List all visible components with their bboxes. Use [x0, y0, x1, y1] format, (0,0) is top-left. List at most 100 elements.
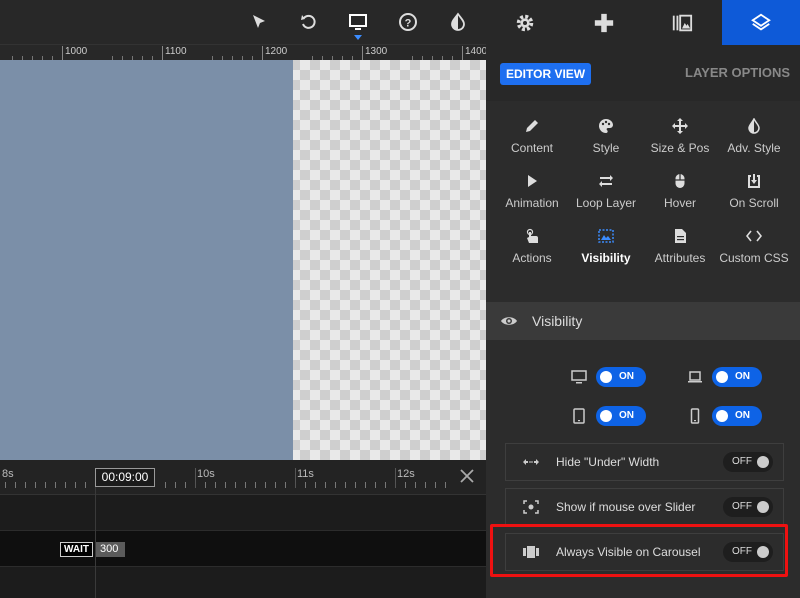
grid-item-label: Loop Layer	[575, 196, 637, 210]
timeline-label: 11s	[297, 468, 314, 480]
ruler-label: 1300	[365, 46, 388, 57]
grid-item-label: Visibility	[581, 251, 631, 265]
grid-item-label: Attributes	[654, 251, 706, 265]
app-root: ? 1000 1100 1200 1300 1400 8s 10s 11s 12…	[0, 0, 800, 598]
visibility-screen-icon	[597, 227, 615, 245]
carousel-icon	[522, 544, 540, 560]
pencil-icon	[523, 117, 541, 135]
panel-tabs	[486, 0, 800, 45]
device-row-laptop: ON	[686, 366, 762, 388]
section-title: Visibility	[532, 313, 583, 329]
option-label: Show if mouse over Slider	[556, 500, 696, 514]
grid-item-on-scroll[interactable]: On Scroll	[715, 160, 793, 215]
grid-item-loop-layer[interactable]: Loop Layer	[567, 160, 645, 215]
gear-icon[interactable]	[486, 0, 565, 45]
timeline-label: 12s	[397, 468, 415, 480]
phone-icon	[686, 407, 704, 425]
desktop-icon[interactable]	[345, 9, 371, 35]
grid-item-hover[interactable]: Hover	[641, 160, 719, 215]
focus-icon	[522, 499, 540, 515]
wait-value[interactable]: 300	[96, 542, 125, 557]
grid-item-label: On Scroll	[729, 196, 779, 210]
layers-icon[interactable]	[721, 0, 800, 45]
grid-item-actions[interactable]: Actions	[493, 215, 571, 270]
grid-item-adv-style[interactable]: Adv. Style	[715, 105, 793, 160]
mode-row: EDITOR VIEW LAYER OPTIONS	[486, 45, 800, 101]
grid-item-label: Hover	[663, 196, 696, 210]
timeline-row[interactable]	[0, 495, 486, 531]
editor-view-button[interactable]: EDITOR VIEW	[500, 63, 592, 85]
option-row-hide-under-width[interactable]: Hide "Under" Width OFF	[505, 443, 784, 481]
ruler-label: 1100	[165, 46, 187, 57]
grid-item-style[interactable]: Style	[567, 105, 645, 160]
current-time-display[interactable]: 00:09:00	[95, 468, 155, 487]
touch-icon	[523, 227, 541, 245]
grid-item-label: Actions	[512, 251, 552, 265]
laptop-visibility-toggle[interactable]: ON	[712, 367, 762, 387]
code-icon	[745, 227, 763, 245]
pointer-icon[interactable]	[246, 9, 272, 35]
palette-icon	[597, 117, 615, 135]
laptop-icon	[686, 368, 704, 386]
always-visible-carousel-toggle[interactable]: OFF	[723, 542, 773, 562]
grid-item-label: Adv. Style	[727, 141, 781, 155]
tablet-icon	[570, 407, 588, 425]
ruler-label: 1400	[465, 46, 488, 57]
contrast-icon	[745, 117, 763, 135]
editor-area: ? 1000 1100 1200 1300 1400 8s 10s 11s 12…	[0, 0, 488, 598]
slide-canvas[interactable]	[0, 60, 486, 460]
slide-background-layer[interactable]	[0, 60, 293, 460]
eye-icon	[500, 313, 518, 329]
timeline-panel: 8s 10s 11s 12s 00:09:00 WAIT 300	[0, 460, 486, 598]
close-icon[interactable]	[458, 467, 476, 485]
undo-icon[interactable]	[296, 9, 322, 35]
device-row-phone: ON	[686, 405, 762, 427]
gamepad-icon[interactable]	[565, 0, 644, 45]
ruler-label: 1000	[65, 46, 88, 57]
grid-item-attributes[interactable]: Attributes	[641, 215, 719, 270]
play-icon	[523, 172, 541, 190]
horizontal-ruler: 1000 1100 1200 1300 1400	[0, 44, 488, 60]
grid-item-label: Animation	[505, 196, 559, 210]
layer-options-button[interactable]: LAYER OPTIONS	[685, 65, 790, 80]
wait-badge: WAIT	[60, 542, 93, 557]
option-row-show-mouse-over[interactable]: Show if mouse over Slider OFF	[505, 488, 784, 526]
help-icon[interactable]: ?	[395, 9, 421, 35]
show-mouse-over-toggle[interactable]: OFF	[723, 497, 773, 517]
grid-item-size-pos[interactable]: Size & Pos	[641, 105, 719, 160]
timeline-label: 8s	[2, 468, 14, 480]
option-row-always-visible-carousel[interactable]: Always Visible on Carousel OFF	[505, 533, 784, 571]
move-icon	[671, 117, 689, 135]
visibility-section-header[interactable]: Visibility	[486, 302, 800, 340]
document-icon	[671, 227, 689, 245]
desktop-visibility-toggle[interactable]: ON	[596, 367, 646, 387]
desktop-icon	[570, 368, 588, 386]
settings-panel: EDITOR VIEW LAYER OPTIONS Content Style …	[486, 0, 800, 598]
timeline-label: 10s	[197, 468, 215, 480]
option-label: Always Visible on Carousel	[556, 545, 701, 559]
tablet-visibility-toggle[interactable]: ON	[596, 406, 646, 426]
grid-item-label: Content	[510, 141, 554, 155]
grid-item-animation[interactable]: Animation	[493, 160, 571, 215]
media-icon[interactable]	[643, 0, 722, 45]
layer-options-grid: Content Style Size & Pos Adv. Style Anim…	[486, 105, 800, 300]
contrast-icon[interactable]	[445, 9, 471, 35]
phone-visibility-toggle[interactable]: ON	[712, 406, 762, 426]
grid-item-visibility[interactable]: Visibility	[567, 215, 645, 270]
grid-item-label: Style	[592, 141, 620, 155]
option-label: Hide "Under" Width	[556, 455, 660, 469]
timeline-row[interactable]	[0, 567, 486, 598]
svg-text:?: ?	[405, 18, 412, 30]
device-row-tablet: ON	[570, 405, 646, 427]
ruler-label: 1200	[265, 46, 288, 57]
grid-item-content[interactable]: Content	[493, 105, 571, 160]
hide-under-width-toggle[interactable]: OFF	[723, 452, 773, 472]
grid-item-custom-css[interactable]: Custom CSS	[715, 215, 793, 270]
timeline-ruler[interactable]: 8s 10s 11s 12s 00:09:00	[0, 460, 486, 495]
loop-icon	[597, 172, 615, 190]
download-box-icon	[745, 172, 763, 190]
active-device-indicator	[354, 35, 362, 40]
width-arrows-icon	[522, 454, 540, 470]
top-toolbar: ?	[0, 0, 486, 44]
grid-item-label: Custom CSS	[719, 251, 789, 265]
